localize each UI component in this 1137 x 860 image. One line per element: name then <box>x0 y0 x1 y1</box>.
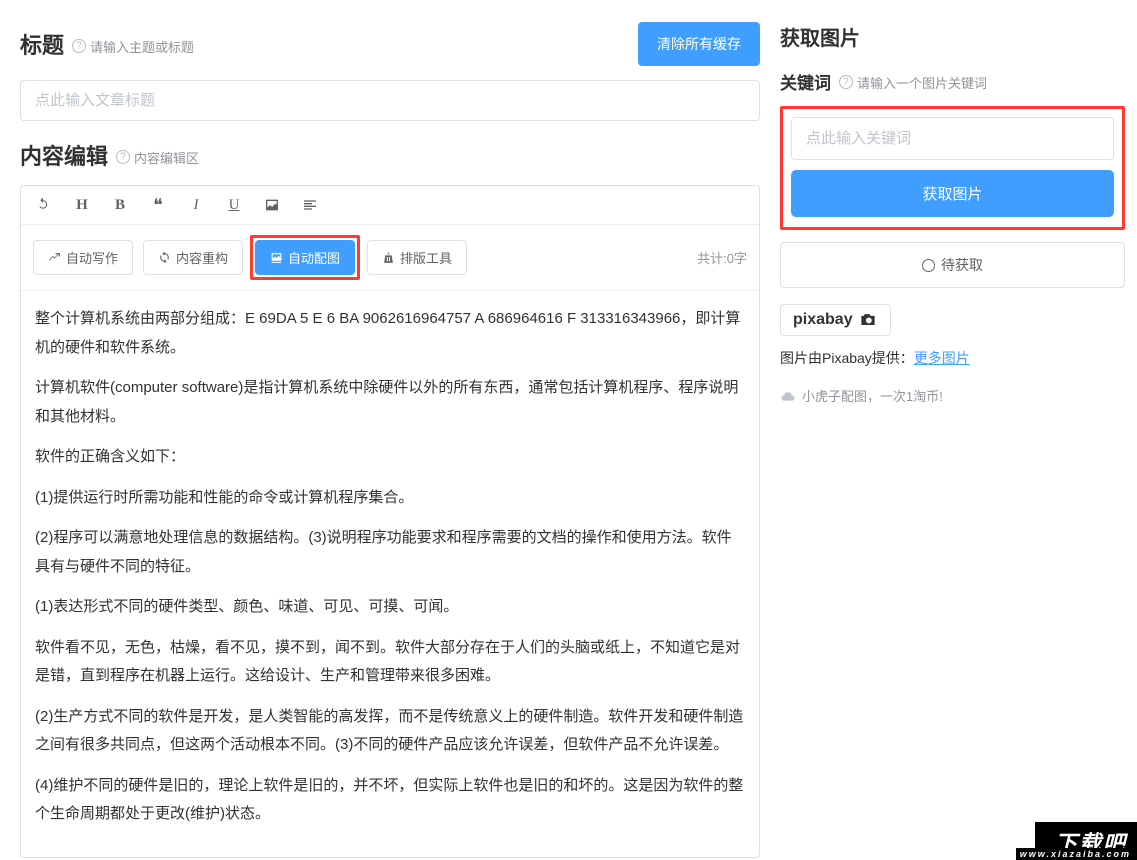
image-icon[interactable] <box>261 194 283 216</box>
heading-icon[interactable]: H <box>71 194 93 216</box>
word-count: 共计:0字 <box>697 248 747 267</box>
camera-icon <box>858 313 878 327</box>
content-edit-label: 内容编辑 <box>20 139 108 171</box>
undo-icon[interactable] <box>33 194 55 216</box>
action-toolbar: 自动写作 内容重构 自动配图 排版工具 共计:0字 <box>21 225 759 291</box>
sidebar-title: 获取图片 <box>780 22 1125 51</box>
layout-tool-button[interactable]: 排版工具 <box>367 240 467 275</box>
fetch-image-button[interactable]: 获取图片 <box>791 170 1114 217</box>
content-edit-hint: 内容编辑区 <box>116 148 199 167</box>
more-images-link[interactable]: 更多图片 <box>914 350 970 366</box>
title-hint: 请输入主题或标题 <box>72 37 194 56</box>
help-icon <box>72 39 86 53</box>
watermark: 下载吧 www.xiazaiba.com <box>1035 822 1137 860</box>
editor-container: H B ❝ I U 自动写作 内容重构 <box>20 185 760 858</box>
restructure-button[interactable]: 内容重构 <box>143 240 243 275</box>
quote-icon[interactable]: ❝ <box>147 194 169 216</box>
circle-icon <box>922 259 935 272</box>
cloud-icon <box>780 390 796 402</box>
credit-line: 图片由Pixabay提供：更多图片 <box>780 348 1125 368</box>
help-icon <box>839 75 853 89</box>
keyword-highlight-box: 获取图片 <box>780 106 1125 230</box>
editor-toolbar: H B ❝ I U <box>21 186 759 225</box>
help-icon <box>116 150 130 164</box>
keyword-hint: 请输入一个图片关键词 <box>839 73 987 92</box>
underline-icon[interactable]: U <box>223 194 245 216</box>
auto-write-button[interactable]: 自动写作 <box>33 240 133 275</box>
keyword-input[interactable] <box>791 117 1114 160</box>
title-section-header: 标题 请输入主题或标题 清除所有缓存 <box>20 22 760 66</box>
pixabay-badge: pixabay <box>780 304 891 336</box>
clear-cache-button[interactable]: 清除所有缓存 <box>638 22 760 66</box>
italic-icon[interactable]: I <box>185 194 207 216</box>
bold-icon[interactable]: B <box>109 194 131 216</box>
keyword-label: 关键词 <box>780 69 831 94</box>
auto-image-button[interactable]: 自动配图 <box>255 240 355 275</box>
article-title-input[interactable] <box>20 80 760 121</box>
footer-hint: 小虎子配图，一次1淘币! <box>780 386 1125 405</box>
editor-content[interactable]: 整个计算机系统由两部分组成：E 69DA 5 E 6 BA 9062616964… <box>21 291 759 857</box>
auto-image-highlight: 自动配图 <box>250 235 360 280</box>
pending-button[interactable]: 待获取 <box>780 242 1125 288</box>
title-label: 标题 <box>20 28 64 60</box>
align-icon[interactable] <box>299 194 321 216</box>
